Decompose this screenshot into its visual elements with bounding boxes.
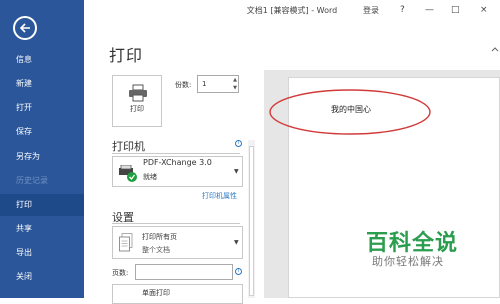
print-range-value: 打印所有页 [142,233,177,241]
pages-icon [119,233,133,252]
copies-label: 份数: [175,81,192,89]
info-icon[interactable]: i [235,140,242,147]
nav-item-export[interactable]: 导出 [0,242,84,264]
print-range-description: 整个文档 [142,246,170,254]
nav-item-print[interactable]: 打印 [0,194,84,216]
title-bar: 文档1 [兼容模式] - Word [84,0,500,22]
chevron-down-icon: ▼ [234,239,239,246]
print-range-dropdown[interactable] [112,226,243,259]
help-icon[interactable]: ? [400,5,405,15]
print-button[interactable]: 打印 [112,75,162,127]
nav-item-save-as[interactable]: 另存为 [0,146,84,168]
printer-icon [129,84,147,102]
window-title: 文档1 [兼容模式] - Word [246,6,338,15]
section-divider [112,223,240,224]
nav-item-info[interactable]: 信息 [0,49,84,71]
nav-item-save[interactable]: 保存 [0,121,84,143]
back-arrow-icon[interactable] [13,16,37,40]
printer-name: PDF-XChange 3.0 [143,158,212,167]
pages-input[interactable] [135,264,233,280]
minimize-button[interactable]: — [425,5,434,15]
sides-value: 单面打印 [142,289,170,297]
nav-item-new[interactable]: 新建 [0,73,84,95]
printer-ready-icon [119,165,137,182]
info-icon[interactable]: i [235,268,242,275]
nav-item-share[interactable]: 共享 [0,218,84,240]
login-link[interactable]: 登录 [363,5,379,16]
printer-section-title: 打印机 [112,140,145,153]
printer-status: 就绪 [143,173,157,181]
annotation-ellipse [269,89,431,135]
backstage-nav: 信息 新建 打开 保存 另存为 历史记录 打印 共享 导出 关闭 [0,0,84,298]
chevron-down-icon: ▼ [234,168,239,175]
close-button[interactable]: × [480,5,488,15]
sides-dropdown[interactable] [112,284,243,304]
pages-label: 页数: [112,269,129,277]
spin-down-icon[interactable]: ▼ [231,84,239,93]
printer-properties-link[interactable]: 打印机属性 [202,191,237,201]
section-divider [112,153,240,154]
nav-item-close[interactable]: 关闭 [0,266,84,288]
page-title: 打印 [109,46,144,65]
scrollbar-thumb[interactable] [249,146,254,296]
nav-item-open[interactable]: 打开 [0,97,84,119]
print-button-label: 打印 [130,105,144,113]
nav-item-history: 历史记录 [16,176,48,185]
watermark-subtitle: 助你轻松解决 [372,255,444,268]
preview-scroll-up-icon[interactable] [490,40,500,70]
maximize-button[interactable]: □ [451,5,460,15]
